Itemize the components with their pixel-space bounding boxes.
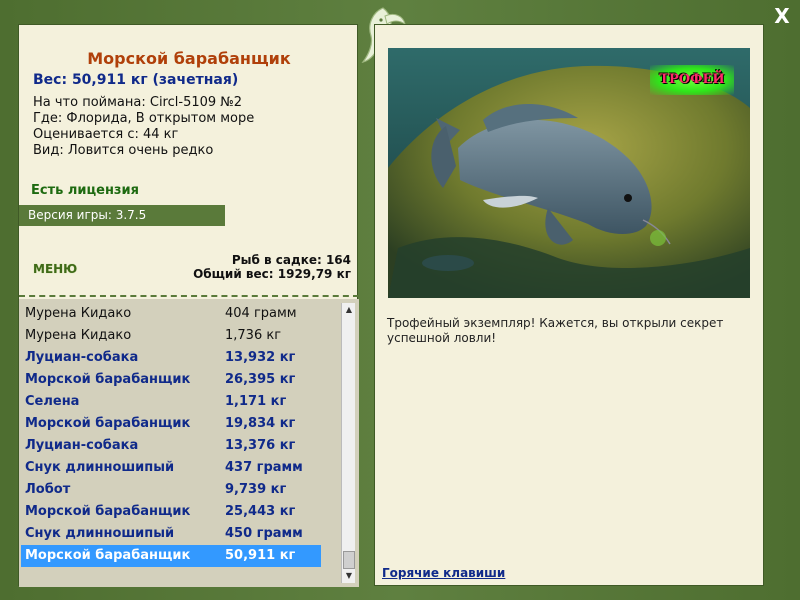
catch-name: Снук длинношипый bbox=[25, 460, 175, 475]
catch-weight: 13,376 кг bbox=[225, 438, 296, 453]
trophy-badge: ТРОФЕЙ bbox=[650, 65, 734, 95]
catch-name: Селена bbox=[25, 394, 80, 409]
close-button[interactable]: X bbox=[770, 4, 794, 28]
scroll-up-icon[interactable]: ▲ bbox=[342, 303, 356, 317]
list-item[interactable]: Мурена Кидако 404 грамм bbox=[21, 303, 321, 325]
list-item[interactable]: Луциан-собака 13,932 кг bbox=[21, 347, 321, 369]
fish-photo: ТРОФЕЙ bbox=[388, 48, 750, 298]
catch-weight: 13,932 кг bbox=[225, 350, 296, 365]
fish-location: Где: Флорида, В открытом море bbox=[33, 111, 255, 126]
catch-weight: 437 грамм bbox=[225, 460, 303, 475]
list-item[interactable]: Луциан-собака 13,376 кг bbox=[21, 435, 321, 457]
list-item[interactable]: Селена 1,171 кг bbox=[21, 391, 321, 413]
catch-weight: 50,911 кг bbox=[225, 548, 296, 563]
total-weight: Общий вес: 1929,79 кг bbox=[193, 267, 351, 281]
catch-weight: 1,171 кг bbox=[225, 394, 287, 409]
catch-name: Снук длинношипый bbox=[25, 526, 175, 541]
catch-name: Мурена Кидако bbox=[25, 306, 132, 321]
catch-weight: 25,443 кг bbox=[225, 504, 296, 519]
catch-weight: 404 грамм bbox=[225, 306, 297, 321]
scrollbar[interactable]: ▲ ▼ bbox=[341, 303, 355, 583]
catch-weight: 9,739 кг bbox=[225, 482, 287, 497]
catch-name: Морской барабанщик bbox=[25, 504, 191, 519]
fish-valued-from: Оценивается с: 44 кг bbox=[33, 127, 179, 142]
fish-caught-with: На что поймана: Circl-5109 №2 bbox=[33, 95, 243, 110]
fish-count: Рыб в садке: 164 bbox=[231, 253, 351, 267]
catch-list: Мурена Кидако 404 грамм Мурена Кидако 1,736… bbox=[19, 299, 359, 587]
catch-weight: 26,395 кг bbox=[225, 372, 296, 387]
scroll-down-icon[interactable]: ▼ bbox=[342, 569, 356, 583]
catch-name: Лобот bbox=[25, 482, 71, 497]
list-item[interactable]: Морской барабанщик 25,443 кг bbox=[21, 501, 321, 523]
catch-name: Морской барабанщик bbox=[25, 548, 191, 563]
fish-title: Морской барабанщик bbox=[87, 49, 291, 68]
fish-weight: Вес: 50,911 кг (зачетная) bbox=[33, 72, 239, 88]
catch-name: Луциан-собака bbox=[25, 438, 139, 453]
list-item[interactable]: Снук длинношипый 450 грамм bbox=[21, 523, 321, 545]
list-item[interactable]: Морской барабанщик 50,911 кг bbox=[21, 545, 321, 567]
version-bar: Версия игры: 3.7.5 bbox=[19, 205, 225, 226]
catch-name: Морской барабанщик bbox=[25, 372, 191, 387]
catch-weight: 450 грамм bbox=[225, 526, 303, 541]
scroll-thumb[interactable] bbox=[343, 551, 355, 569]
list-item[interactable]: Снук длинношипый 437 грамм bbox=[21, 457, 321, 479]
list-item[interactable]: Морской барабанщик 26,395 кг bbox=[21, 369, 321, 391]
divider bbox=[19, 295, 359, 297]
list-item[interactable]: Лобот 9,739 кг bbox=[21, 479, 321, 501]
menu-button[interactable]: МЕНЮ bbox=[33, 262, 77, 276]
catch-weight: 1,736 кг bbox=[225, 328, 282, 343]
catch-name: Мурена Кидако bbox=[25, 328, 132, 343]
catch-name: Луциан-собака bbox=[25, 350, 139, 365]
trophy-panel: ТРОФЕЙ Трофейный экземпляр! Кажется, вы … bbox=[374, 24, 764, 586]
catch-weight: 19,834 кг bbox=[225, 416, 296, 431]
list-item[interactable]: Мурена Кидако 1,736 кг bbox=[21, 325, 321, 347]
catch-stats: Рыб в садке: 164 Общий вес: 1929,79 кг bbox=[193, 253, 351, 281]
catch-name: Морской барабанщик bbox=[25, 416, 191, 431]
list-item[interactable]: Морской барабанщик 19,834 кг bbox=[21, 413, 321, 435]
fish-info-panel: Морской барабанщик Вес: 50,911 кг (зачет… bbox=[18, 24, 359, 587]
fish-rarity: Вид: Ловится очень редко bbox=[33, 143, 214, 158]
license-status: Есть лицензия bbox=[31, 183, 139, 198]
hotkeys-link[interactable]: Горячие клавиши bbox=[382, 566, 505, 580]
trophy-description: Трофейный экземпляр! Кажется, вы открыли… bbox=[387, 316, 724, 345]
